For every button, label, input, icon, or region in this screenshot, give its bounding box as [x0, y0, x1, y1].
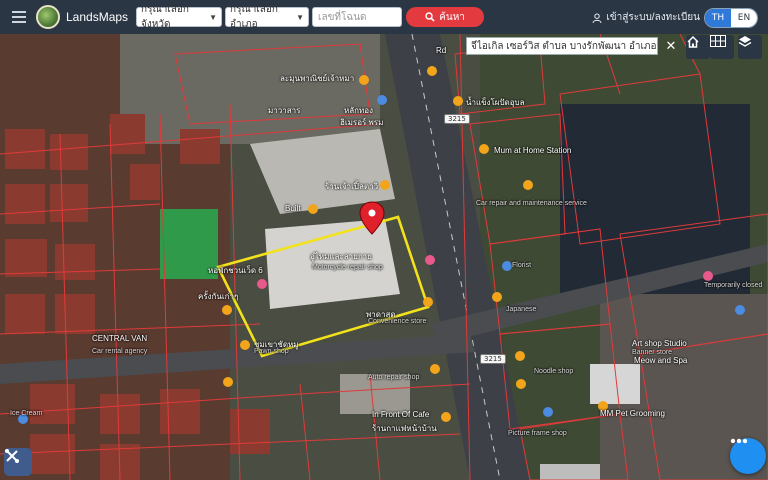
search-button-label: ค้นหา — [439, 11, 465, 23]
map-label: Banner store — [632, 349, 673, 356]
province-select-value: กรุณาเลือกจังหวัด — [141, 4, 189, 30]
login-link[interactable]: เข้าสู่ระบบ/ลงทะเบียน — [592, 10, 700, 25]
map-label: ร้านกาแฟหน้าบ้าน — [372, 424, 437, 433]
map-label: มาวาสาร — [268, 106, 301, 115]
map-label: Meow and Spa — [634, 356, 688, 365]
district-select-value: กรุณาเลือกอำเภอ — [230, 4, 278, 30]
map-label: In Front Of Cafe — [372, 410, 430, 419]
deed-number-placeholder: เลขที่โฉนด — [318, 11, 367, 23]
layers-icon[interactable] — [738, 35, 762, 59]
road-number-tag: 3215 — [444, 114, 470, 124]
lang-en[interactable]: EN — [731, 9, 757, 27]
map-label: ร้านเจ้าเปิ้ลตาวิ — [325, 182, 379, 191]
map-label: MM Pet Grooming — [600, 409, 665, 418]
deed-number-input[interactable]: เลขที่โฉนด — [312, 7, 403, 27]
map-label: Art shop Studio — [632, 339, 687, 348]
map-label: Japanese — [506, 306, 537, 313]
close-icon[interactable]: ✕ — [662, 37, 680, 55]
map-label: ละมุนพาณิชย์เจ้าหมา — [280, 74, 355, 83]
language-toggle: TH EN — [704, 8, 758, 28]
province-select[interactable]: กรุณาเลือกจังหวัด ▼ — [136, 4, 223, 30]
map-label: Mum at Home Station — [494, 146, 572, 155]
map-label: หอพักชวนเว็ด 6 — [208, 266, 263, 275]
road-number-tag: 3215 — [480, 354, 506, 364]
map-label: CENTRAL VAN — [92, 334, 148, 343]
map-label: Auto repair shop — [368, 374, 420, 381]
menu-icon[interactable] — [8, 5, 32, 29]
map-label: Ice Cream — [10, 410, 43, 417]
map-label: Rd — [436, 46, 447, 55]
search-button[interactable]: ค้นหา — [406, 7, 485, 27]
brand-name: LandsMaps — [66, 10, 129, 24]
lang-th[interactable]: TH — [705, 9, 731, 27]
map-label: Convenience store — [368, 318, 427, 325]
map-label: Picture frame shop — [508, 430, 567, 437]
satellite-map[interactable]: 3215 3215 Rd ละมุนพาณิชย์เจ้าหมา มาวาสาร… — [0, 34, 768, 480]
user-icon — [592, 13, 602, 23]
search-icon — [425, 12, 435, 22]
address-display: จีไอเกิล เซอร์วิส ตำบล บางรักพัฒนา อำเภอ… — [466, 37, 658, 55]
brand-logo[interactable] — [36, 5, 60, 29]
map-label: Built — [285, 204, 301, 213]
map-label: ครั้งกันเก่าๆ — [198, 292, 239, 301]
login-label: เข้าสู่ระบบ/ลงทะเบียน — [606, 12, 700, 23]
map-label: Pawn shop — [254, 348, 289, 355]
map-label: Noodle shop — [534, 368, 574, 375]
map-label: น้ำแข็งโผปัดอุบล — [466, 98, 525, 107]
chevron-down-icon: ▼ — [296, 12, 305, 22]
map-label: Car rental agency — [92, 348, 148, 355]
map-label: Motorcycle repair shop — [312, 264, 383, 271]
map-label: อู่ไหมและลายกาย — [310, 252, 372, 261]
more-icon[interactable] — [730, 438, 766, 474]
chevron-down-icon: ▼ — [209, 12, 218, 22]
map-label: ฮิเมรอร์ พรม — [340, 118, 384, 127]
district-select[interactable]: กรุณาเลือกอำเภอ ▼ — [225, 4, 310, 30]
tools-icon[interactable] — [4, 448, 32, 476]
grid-icon[interactable] — [710, 35, 734, 59]
home-icon[interactable] — [686, 35, 710, 59]
map-label: Temporarily closed — [704, 282, 763, 289]
map-label: Florist — [512, 262, 532, 269]
map-label: Car repair and maintenance service — [476, 200, 587, 207]
top-bar: LandsMaps กรุณาเลือกจังหวัด ▼ กรุณาเลือกอ… — [0, 0, 768, 34]
